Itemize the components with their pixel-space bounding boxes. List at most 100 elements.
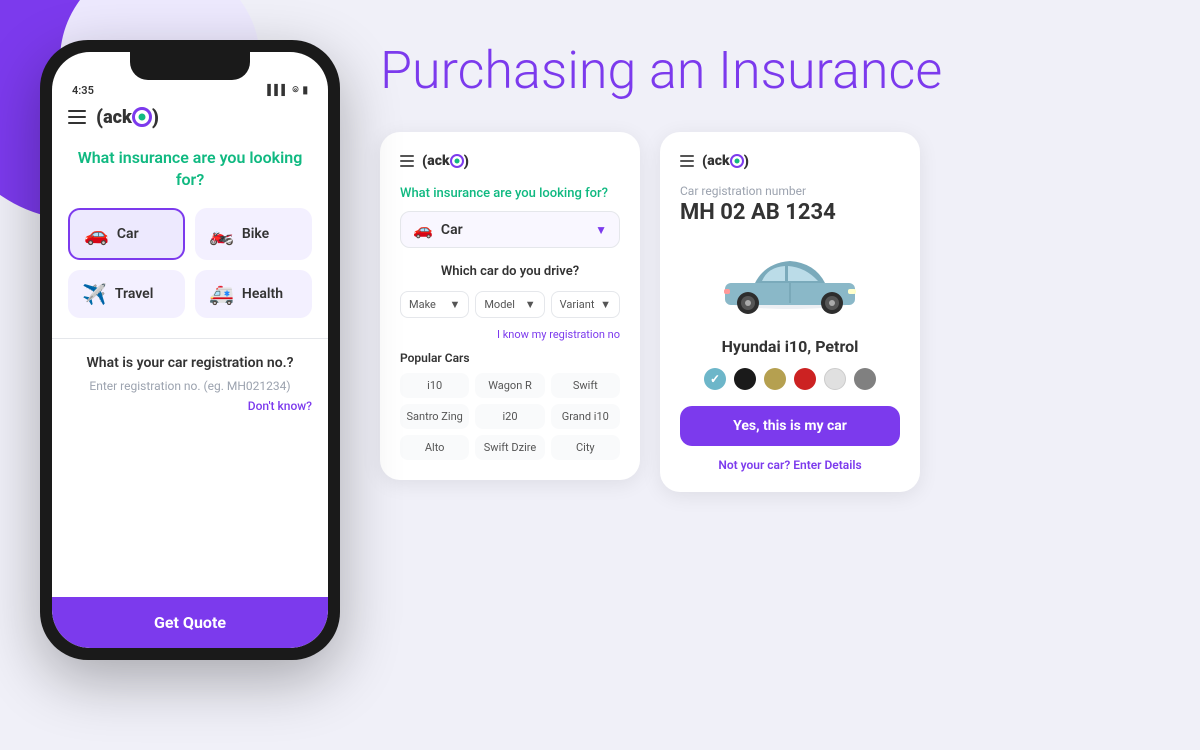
mini-hamburger[interactable] [400,155,414,167]
logo-close-bracket: ) [152,105,159,129]
dont-know-link[interactable]: Don't know? [68,399,312,413]
logo-letters: ack [103,107,132,128]
not-your-car-text: Not your car? Enter Details [680,458,900,472]
phone-notch [130,52,250,80]
not-your-car-label: Not your car? [718,458,790,472]
car-reg-label: Car registration number [680,184,900,198]
popular-car-i20[interactable]: i20 [475,404,544,429]
health-icon: 🚑 [209,282,234,306]
insurance-card-car[interactable]: 🚗 Car [68,208,185,260]
car-illustration [710,241,870,321]
make-dropdown[interactable]: Make ▼ [400,291,469,318]
popular-car-santro[interactable]: Santro Zing [400,404,469,429]
popular-car-i10[interactable]: i10 [400,373,469,398]
color-option-black[interactable] [734,368,756,390]
phone-frame: 4:35 ▌▌▌ ⌾ ▮ ( ack [40,40,340,660]
variant-label: Variant [560,298,595,311]
page-title: Purchasing an Insurance [380,40,1160,102]
color-option-silver[interactable] [824,368,846,390]
get-quote-button[interactable]: Get Quote [52,597,328,648]
dropdown-arrow-icon: ▼ [595,223,607,237]
mini-logo-o [450,154,464,168]
phone-screen: 4:35 ▌▌▌ ⌾ ▮ ( ack [52,52,328,648]
model-label: Model [484,298,515,311]
phone-header: ( ack ) [52,97,328,137]
mini-car-dropdown[interactable]: 🚗 Car ▼ [400,211,620,248]
color-option-gray[interactable] [854,368,876,390]
car-logo-o [730,154,744,168]
mini-acko-logo: ( ack ) [422,152,469,170]
make-label: Make [409,298,436,311]
car-logo-bracket-r: ) [744,152,749,170]
logo-o [132,107,152,127]
car-image [680,241,900,325]
registration-section: What is your car registration no.? Enter… [68,355,312,413]
phone-content: What insurance are you looking for? 🚗 Ca… [52,137,328,597]
mini-car-icon: 🚗 [413,220,433,239]
bike-icon: 🏍️ [209,222,234,246]
popular-car-wagonr[interactable]: Wagon R [475,373,544,398]
car-card-logo: ( ack ) [702,152,749,170]
model-dropdown[interactable]: Model ▼ [475,291,544,318]
car-card-header: ( ack ) [680,152,900,170]
insurance-card-travel[interactable]: ✈️ Travel [68,270,185,318]
popular-car-grandi10[interactable]: Grand i10 [551,404,620,429]
bike-label: Bike [242,226,269,242]
reg-placeholder: Enter registration no. (eg. MH021234) [68,379,312,393]
acko-logo: ( ack ) [96,105,159,129]
insurance-card-health[interactable]: 🚑 Health [195,270,312,318]
which-car-title: Which car do you drive? [400,264,620,279]
insurance-card-bike[interactable]: 🏍️ Bike [195,208,312,260]
hamburger-menu[interactable] [68,110,86,124]
car-name: Hyundai i10, Petrol [680,337,900,356]
battery-icon: ▮ [302,85,308,96]
popular-car-city[interactable]: City [551,435,620,460]
know-reg-link[interactable]: I know my registration no [400,328,620,341]
right-section: Purchasing an Insurance ( ack ) [380,30,1160,492]
car-label: Car [117,226,139,242]
make-arrow: ▼ [449,298,460,311]
popular-car-alto[interactable]: Alto [400,435,469,460]
car-icon: 🚗 [84,222,109,246]
phone-status-bar: 4:35 ▌▌▌ ⌾ ▮ [52,80,328,97]
mini-card-header: ( ack ) [400,152,620,170]
enter-details-link[interactable]: Enter Details [793,458,861,472]
selected-checkmark: ✓ [710,373,719,386]
variant-dropdown[interactable]: Variant ▼ [551,291,620,318]
status-time: 4:35 [72,84,94,97]
car-confirmation-card: ( ack ) Car registration number MH 02 AB… [660,132,920,492]
popular-car-swift[interactable]: Swift [551,373,620,398]
cards-row: ( ack ) What insurance are you looking f… [380,132,1160,492]
main-container: 4:35 ▌▌▌ ⌾ ▮ ( ack [0,0,1200,750]
travel-label: Travel [115,286,153,302]
signal-icon: ▌▌▌ [267,85,288,96]
popular-cars-grid: i10 Wagon R Swift Santro Zing i20 Grand … [400,373,620,460]
wifi-icon: ⌾ [292,85,298,96]
mini-insurance-question: What insurance are you looking for? [400,186,620,201]
confirm-car-button[interactable]: Yes, this is my car [680,406,900,446]
phone-mockup: 4:35 ▌▌▌ ⌾ ▮ ( ack [40,40,340,660]
model-arrow: ▼ [525,298,536,311]
color-option-gold[interactable] [764,368,786,390]
status-icons: ▌▌▌ ⌾ ▮ [267,85,308,96]
color-options: ✓ [680,368,900,390]
color-option-blue[interactable]: ✓ [704,368,726,390]
color-option-red[interactable] [794,368,816,390]
car-logo-letters: ack [707,153,729,169]
insurance-grid: 🚗 Car 🏍️ Bike ✈️ Travel 🚑 [68,208,312,318]
make-model-variant-row: Make ▼ Model ▼ Variant ▼ [400,291,620,318]
reg-question: What is your car registration no.? [68,355,312,371]
mini-logo-bracket-r: ) [464,152,469,170]
insurance-question: What insurance are you looking for? [68,147,312,192]
travel-icon: ✈️ [82,282,107,306]
popular-car-swiftdzire[interactable]: Swift Dzire [475,435,544,460]
mini-selected-type: Car [441,222,587,238]
car-card-hamburger[interactable] [680,155,694,167]
mini-logo-letters: ack [427,153,449,169]
mini-logo-dot [454,159,459,164]
car-reg-number: MH 02 AB 1234 [680,200,900,225]
popular-cars-title: Popular Cars [400,351,620,365]
car-logo-dot [734,159,739,164]
logo-open-bracket: ( [96,105,103,129]
insurance-select-card: ( ack ) What insurance are you looking f… [380,132,640,480]
